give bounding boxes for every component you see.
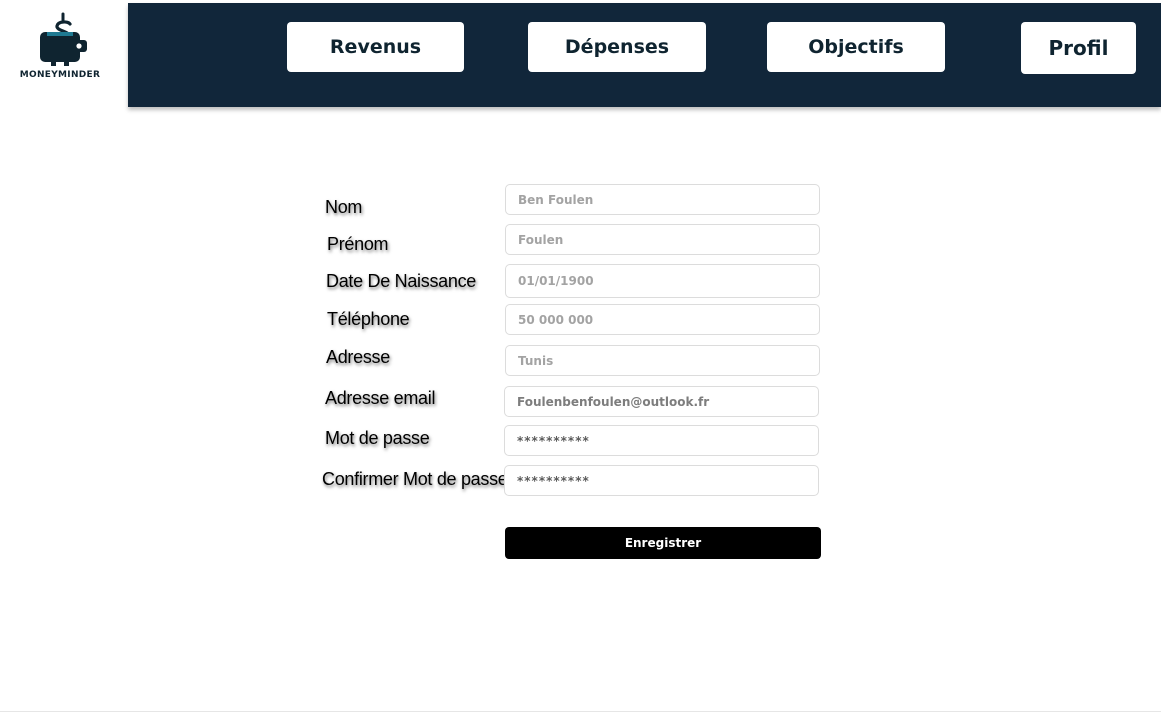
nom-label: Nom: [325, 197, 363, 217]
bottom-divider: [0, 711, 1161, 712]
confirmer-mot-de-passe-input[interactable]: [504, 465, 819, 496]
wallet-dollar-icon: [40, 12, 87, 66]
brand-name: MONEYMINDER: [19, 70, 101, 80]
enregistrer-button[interactable]: Enregistrer: [505, 527, 821, 559]
email-input[interactable]: [504, 386, 819, 417]
adresse-input[interactable]: [505, 345, 820, 376]
telephone-label: Téléphone: [327, 309, 410, 329]
prenom-input[interactable]: [505, 224, 820, 255]
email-label: Adresse email: [325, 388, 436, 408]
prenom-label: Prénom: [327, 234, 389, 254]
nav-objectifs-button[interactable]: Objectifs: [767, 22, 945, 72]
app-root: MONEYMINDER Revenus Dépenses Objectifs P…: [0, 0, 1161, 713]
logo[interactable]: MONEYMINDER: [0, 0, 128, 106]
nom-input[interactable]: [505, 184, 820, 215]
mot-de-passe-label: Mot de passe: [325, 428, 430, 448]
confirmer-mot-de-passe-label: Confirmer Mot de passe: [322, 469, 508, 489]
date-naissance-input[interactable]: [505, 264, 820, 298]
adresse-label: Adresse: [326, 347, 390, 367]
date-naissance-label: Date De Naissance: [326, 271, 476, 291]
nav-revenus-button[interactable]: Revenus: [287, 22, 464, 72]
top-navbar: Revenus Dépenses Objectifs Profil: [128, 3, 1161, 107]
mot-de-passe-input[interactable]: [504, 425, 819, 456]
nav-depenses-button[interactable]: Dépenses: [528, 22, 706, 72]
nav-profil-button[interactable]: Profil: [1021, 22, 1136, 74]
telephone-input[interactable]: [505, 304, 820, 335]
